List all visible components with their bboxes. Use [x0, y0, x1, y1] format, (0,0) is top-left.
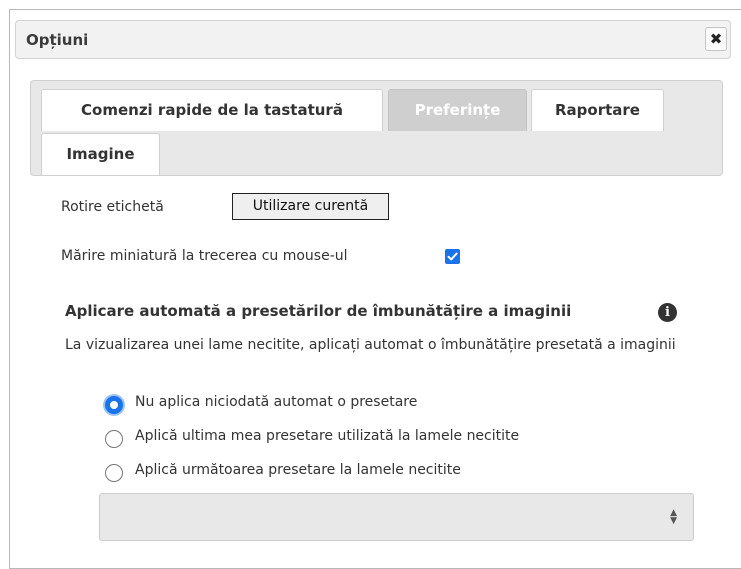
radio-apply-last-used[interactable] — [105, 430, 123, 448]
dialog-title: Opțiuni — [26, 31, 89, 49]
radio-apply-following[interactable] — [105, 464, 123, 482]
radio-apply-following-label: Aplică următoarea presetare la lamele ne… — [135, 462, 461, 478]
thumbnail-hover-checkbox[interactable] — [445, 249, 460, 264]
info-icon[interactable]: i — [658, 303, 677, 322]
preset-select[interactable]: ▲ ▼ — [99, 493, 694, 541]
auto-preset-description: La vizualizarea unei lame necitite, apli… — [65, 337, 676, 353]
tab-preferences[interactable]: Preferințe — [388, 89, 527, 131]
thumbnail-hover-label: Mărire miniatură la trecerea cu mouse-ul — [61, 248, 348, 264]
auto-preset-heading: Aplicare automată a presetărilor de îmbu… — [65, 302, 572, 320]
tab-keyboard-shortcuts[interactable]: Comenzi rapide de la tastatură — [41, 89, 383, 131]
tab-reporting[interactable]: Raportare — [531, 89, 664, 131]
label-rotation-label: Rotire etichetă — [61, 199, 164, 215]
radio-apply-last-used-label: Aplică ultima mea presetare utilizată la… — [135, 428, 520, 444]
close-icon: ✖ — [709, 30, 723, 48]
tab-bar: Comenzi rapide de la tastatură Preferinț… — [30, 80, 723, 176]
use-current-button[interactable]: Utilizare curentă — [232, 193, 389, 220]
select-arrows-icon: ▲ ▼ — [670, 508, 677, 526]
tab-image[interactable]: Imagine — [41, 133, 160, 175]
radio-never-apply-label: Nu aplica niciodată automat o presetare — [135, 394, 418, 410]
radio-never-apply[interactable] — [105, 396, 123, 414]
dialog-titlebar: Opțiuni ✖ — [15, 20, 731, 59]
checkmark-icon — [447, 252, 458, 261]
close-button[interactable]: ✖ — [705, 27, 727, 51]
